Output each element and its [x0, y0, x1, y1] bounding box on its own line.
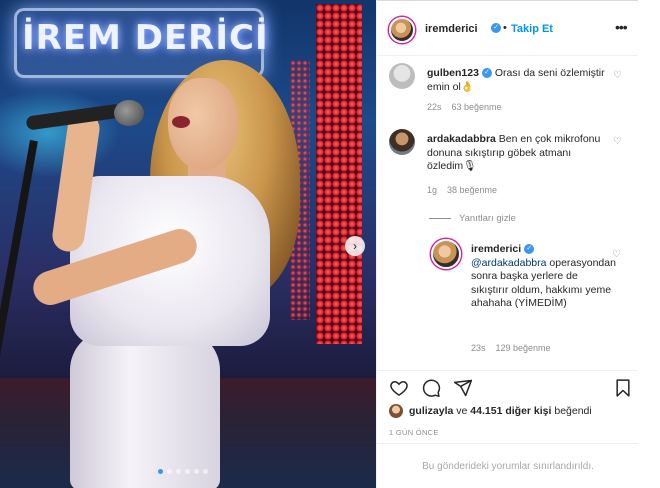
commenter-avatar[interactable]: [389, 63, 415, 89]
comment-time[interactable]: 22s: [427, 102, 442, 112]
likes-others-count[interactable]: 44.151 diğer kişi: [470, 405, 551, 417]
reply-author-avatar[interactable]: [431, 239, 461, 269]
more-options-icon[interactable]: •••: [615, 19, 628, 35]
reply-text-block: iremderici ✓ @ardakadabbra operasyondan s…: [471, 243, 617, 311]
replies-line: [429, 217, 451, 219]
reply-item: iremderici ✓ @ardakadabbra operasyondan s…: [431, 239, 627, 363]
neon-sign-text: İREM DERİCİ: [22, 18, 269, 58]
hide-replies-button[interactable]: Yanıtları gizle: [429, 213, 516, 224]
likes-connector: ve: [453, 404, 471, 417]
post-timestamp[interactable]: 1 GÜN ÖNCE: [389, 428, 439, 437]
reply-time[interactable]: 23s: [471, 343, 486, 353]
comment-meta: 22s 63 beğenme: [427, 102, 512, 112]
follow-button[interactable]: Takip Et: [511, 23, 553, 35]
reply-likes[interactable]: 129 beğenme: [496, 343, 551, 353]
verified-badge-icon: ✓: [524, 244, 535, 255]
likes-suffix: beğendi: [551, 404, 592, 417]
share-send-icon[interactable]: [453, 378, 473, 398]
carousel-dot-active: [158, 469, 163, 474]
carousel-dot: [194, 469, 199, 474]
comment-meta: 1g 38 beğenme: [427, 185, 507, 195]
singer-pants: [70, 330, 220, 488]
liker-username[interactable]: gulizayla: [409, 405, 453, 417]
reply-username[interactable]: iremderici: [471, 243, 521, 255]
comment-like-heart-icon[interactable]: ♡: [613, 137, 623, 147]
liker-avatar[interactable]: [389, 404, 403, 418]
carousel-dot: [167, 469, 172, 474]
commenter-username[interactable]: gulben123: [427, 67, 479, 79]
comments-restricted-notice: Bu gönderideki yorumlar sınırlandırıldı.: [422, 461, 594, 472]
reply-meta: 23s 129 beğenme: [471, 343, 561, 353]
instagram-post: İREM DERİCİ › iremderici ✓ • Takip Et ••…: [0, 0, 660, 488]
comment-text-block: gulben123 ✓ Orası da seni özlemiştir emin…: [427, 67, 607, 94]
author-username[interactable]: iremderici: [425, 23, 478, 35]
singer-mouth: [172, 116, 190, 128]
comment-footer: Bu gönderideki yorumlar sınırlandırıldı.: [377, 443, 639, 488]
likes-summary: gulizayla ve 44.151 diğer kişi beğendi: [389, 404, 592, 418]
post-header: iremderici ✓ • Takip Et •••: [377, 4, 639, 56]
comment-like-heart-icon[interactable]: ♡: [613, 71, 623, 81]
post-actions-bar: [377, 370, 639, 404]
comment-item: gulben123 ✓ Orası da seni özlemiştir emin…: [389, 63, 629, 119]
carousel-dot: [176, 469, 181, 474]
stage-lights: [316, 4, 362, 344]
hide-replies-label: Yanıtları gizle: [459, 213, 516, 224]
like-heart-icon[interactable]: [389, 378, 409, 398]
verified-badge-icon: ✓: [491, 23, 501, 33]
comment-likes[interactable]: 38 beğenme: [447, 185, 497, 195]
comment-item: ardakadabbra Ben en çok mikrofonu donuna…: [389, 129, 629, 209]
bookmark-icon[interactable]: [613, 378, 633, 398]
carousel-dot: [185, 469, 190, 474]
comment-likes[interactable]: 63 beğenme: [452, 102, 502, 112]
neon-glow: [0, 88, 120, 178]
comment-text-block: ardakadabbra Ben en çok mikrofonu donuna…: [427, 133, 607, 174]
verified-badge-icon: ✓: [481, 68, 492, 79]
page-right-margin: [638, 0, 660, 488]
commenter-avatar[interactable]: [389, 129, 415, 155]
next-photo-button[interactable]: ›: [345, 236, 365, 256]
header-separator: •: [503, 22, 507, 34]
commenter-username[interactable]: ardakadabbra: [427, 133, 496, 145]
microphone-head: [114, 100, 144, 126]
author-avatar[interactable]: [389, 17, 415, 43]
comment-time[interactable]: 1g: [427, 185, 437, 195]
carousel-dots: [158, 469, 208, 474]
comment-bubble-icon[interactable]: [421, 378, 441, 398]
comments-list[interactable]: gulben123 ✓ Orası da seni özlemiştir emin…: [377, 57, 639, 367]
reply-mention[interactable]: @ardakadabbra: [471, 257, 546, 269]
reply-like-heart-icon[interactable]: ♡: [612, 249, 621, 260]
post-side-panel: iremderici ✓ • Takip Et ••• gulben123 ✓ O…: [376, 0, 639, 488]
carousel-dot: [203, 469, 208, 474]
post-photo[interactable]: İREM DERİCİ ›: [0, 0, 376, 488]
